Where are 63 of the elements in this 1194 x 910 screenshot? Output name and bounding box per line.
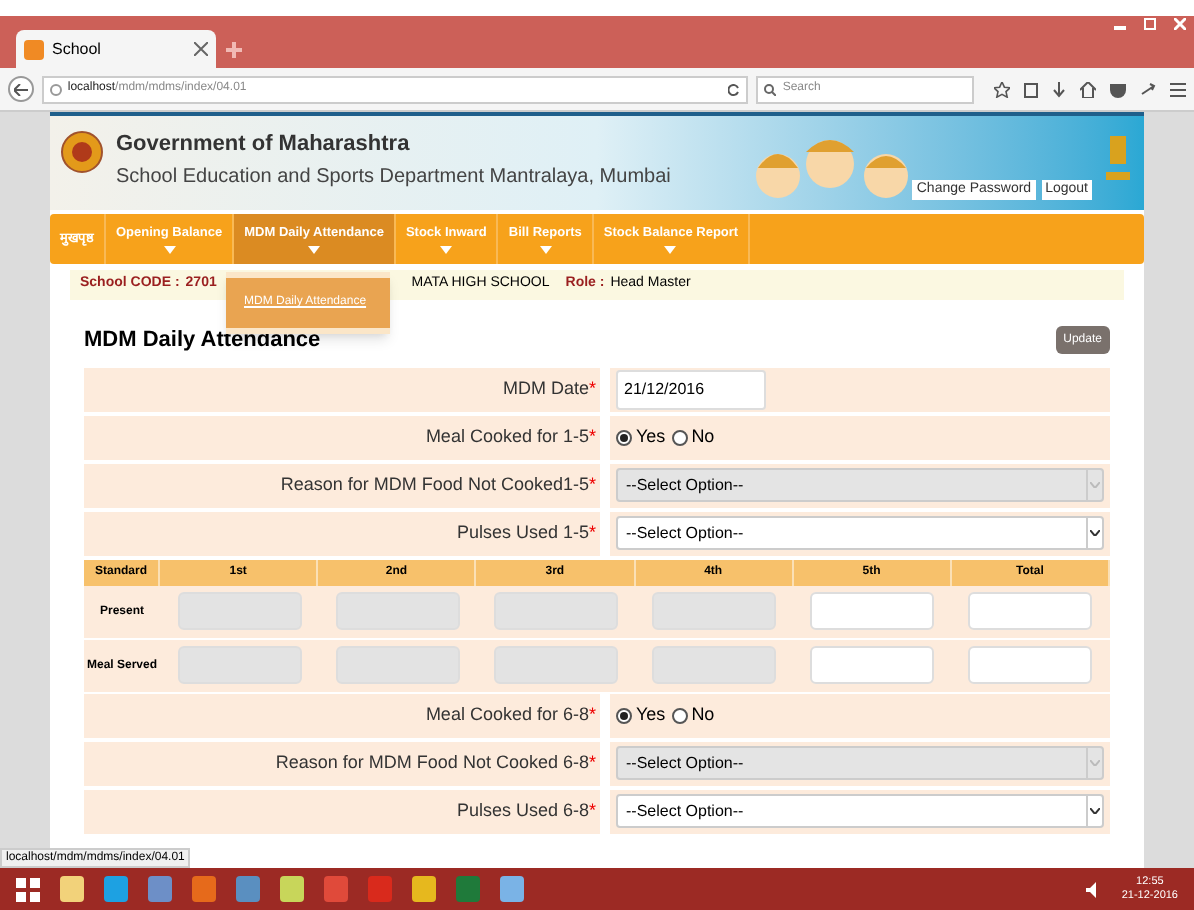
taskbar-app-icon[interactable] [236, 876, 260, 902]
download-icon[interactable] [1052, 81, 1066, 97]
radio-button[interactable] [671, 707, 688, 723]
taskbar-app-icon[interactable] [456, 876, 480, 902]
new-tab-icon[interactable] [226, 42, 242, 58]
field-label: Reason for MDM Food Not Cooked1-5 [280, 471, 589, 497]
required-mark: * [588, 519, 596, 545]
taskbar-app-icon[interactable] [368, 876, 392, 902]
browser-tab[interactable]: School [16, 30, 216, 68]
field-label: Pulses Used 1-5 [456, 519, 589, 545]
taskbar-app-icon[interactable] [192, 876, 216, 902]
speaker-icon[interactable] [1085, 881, 1102, 897]
windows-start-icon[interactable] [16, 877, 40, 901]
field-label: Meal Cooked for 1-5 [425, 423, 589, 449]
select-dropdown[interactable]: --Select Option-- [616, 794, 1104, 828]
menu-icon[interactable] [1170, 81, 1186, 97]
search-icon [764, 83, 777, 95]
taskbar-app-icon[interactable] [60, 876, 84, 902]
back-arrow-icon [13, 83, 28, 95]
header-subtitle: School Education and Sports Department Mantralaya, Mumbai [116, 163, 671, 191]
field-label: Pulses Used 6-8 [456, 797, 589, 823]
count-field[interactable] [968, 592, 1093, 630]
radio-label: Yes [636, 701, 666, 728]
tab-title: School [52, 37, 103, 61]
select-dropdown[interactable]: --Select Option-- [616, 516, 1104, 550]
page-title: MDM Daily Attendance [84, 326, 321, 356]
required-mark: * [588, 423, 596, 449]
required-mark: * [588, 471, 596, 497]
required-mark: * [588, 749, 596, 775]
count-field[interactable] [968, 646, 1093, 684]
taskbar-app-icon[interactable] [500, 876, 524, 902]
radio-label: No [691, 701, 715, 728]
chevron-icon [1090, 530, 1100, 536]
restore-icon[interactable] [1144, 18, 1156, 30]
taskbar-app-icon[interactable] [324, 876, 348, 902]
count-field[interactable] [810, 646, 935, 684]
back-button[interactable] [8, 76, 34, 102]
chevron-icon [1090, 482, 1100, 488]
chevron-icon [1090, 760, 1100, 766]
taskbar-app-icon[interactable] [148, 876, 172, 902]
home-icon[interactable] [1080, 81, 1096, 97]
reload-icon[interactable] [728, 83, 741, 95]
radio-button[interactable] [671, 429, 688, 445]
radio-button[interactable] [616, 707, 632, 723]
taskbar-app-icon[interactable] [104, 876, 128, 902]
radio-label: No [691, 423, 715, 450]
date-field[interactable]: 21/12/2016 [616, 369, 766, 409]
radio-label: Yes [636, 423, 666, 450]
chevron-icon [1090, 808, 1100, 814]
required-mark: * [588, 797, 596, 823]
taskbar-app-icon[interactable] [280, 876, 304, 902]
header-title: Government of Maharashtra [116, 130, 412, 160]
field-label: Meal Cooked for 6-8 [425, 701, 589, 727]
required-mark: * [588, 701, 596, 727]
close-icon[interactable] [194, 42, 208, 56]
shield-icon[interactable] [1110, 81, 1126, 97]
star-icon[interactable] [994, 81, 1010, 97]
radio-button[interactable] [616, 429, 632, 445]
count-field[interactable] [810, 592, 935, 630]
taskbar-app-icon[interactable] [412, 876, 436, 902]
field-label: MDM Date [502, 375, 589, 401]
field-label: Reason for MDM Food Not Cooked 6-8 [275, 749, 589, 775]
required-mark: * [588, 375, 596, 401]
